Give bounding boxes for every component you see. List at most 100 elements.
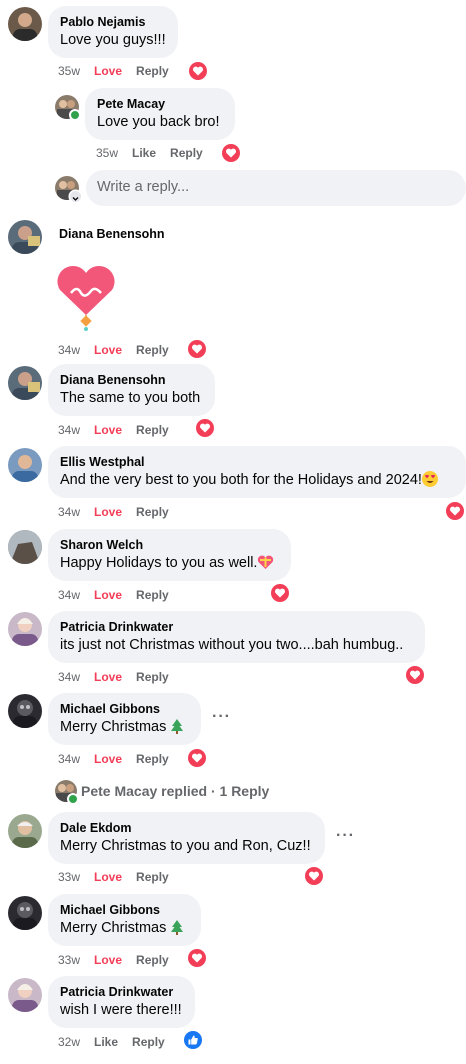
comment-author[interactable]: Pablo Nejamis (60, 14, 166, 30)
reply-button[interactable]: Reply (136, 869, 169, 885)
comment-text: Merry Christmas (60, 718, 189, 740)
avatar[interactable] (8, 530, 42, 564)
comment-bubble: Pete Macay Love you back bro! (85, 88, 235, 140)
reply-button[interactable]: Reply (136, 669, 169, 685)
comment-author[interactable]: Pete Macay (97, 96, 223, 112)
reply-count: replied · 1 Reply (161, 783, 270, 799)
love-button[interactable]: Love (94, 952, 122, 968)
reply-button[interactable]: Reply (136, 587, 169, 603)
comment-author[interactable]: Michael Gibbons (60, 902, 189, 918)
comment-bubble: Michael Gibbons Merry Christmas (48, 894, 201, 946)
avatar[interactable] (8, 612, 42, 646)
timestamp[interactable]: 35w (96, 145, 118, 161)
reply-button[interactable]: Reply (170, 145, 203, 161)
more-options-icon[interactable]: ··· (212, 708, 231, 726)
love-icon[interactable] (271, 584, 289, 602)
avatar[interactable] (8, 814, 42, 848)
comment-author[interactable]: Sharon Welch (60, 537, 279, 553)
comment-actions: 34w Love Reply (58, 504, 183, 520)
comment-actions: 34w Love Reply (58, 342, 183, 358)
avatar[interactable] (8, 896, 42, 930)
love-icon[interactable] (196, 419, 214, 437)
comment-actions: 33w Love Reply (58, 869, 183, 885)
love-button[interactable]: Love (94, 422, 122, 438)
timestamp[interactable]: 35w (58, 63, 80, 79)
love-button[interactable]: Love (94, 669, 122, 685)
comment-actions: 33w Love Reply (58, 952, 183, 968)
reply-button[interactable]: Reply (132, 1034, 165, 1050)
love-button[interactable]: Love (94, 869, 122, 885)
chevron-down-icon[interactable] (70, 191, 81, 202)
comment-actions: 34w Love Reply (58, 751, 183, 767)
like-button[interactable]: Like (132, 145, 156, 161)
comment-text: its just not Christmas without you two..… (60, 637, 404, 653)
heart-emoji (257, 554, 274, 576)
avatar[interactable] (8, 366, 42, 400)
reply-author: Pete Macay (81, 783, 158, 799)
comment-author[interactable]: Patricia Drinkwater (60, 619, 413, 635)
timestamp[interactable]: 34w (58, 751, 80, 767)
comment-author[interactable]: Dale Ekdom (60, 820, 313, 836)
comment-text: Happy Holidays to you as well. (60, 554, 279, 576)
comment-actions: 32w Like Reply (58, 1034, 179, 1050)
comment-bubble: Ellis Westphal And the very best to you … (48, 446, 466, 498)
timestamp[interactable]: 34w (58, 504, 80, 520)
reply-button[interactable]: Reply (136, 952, 169, 968)
comment-text: The same to you both (60, 390, 201, 406)
timestamp[interactable]: 34w (58, 422, 80, 438)
more-options-icon[interactable]: ··· (336, 827, 355, 845)
online-status-icon (69, 109, 81, 121)
reply-input[interactable]: Write a reply... (86, 170, 466, 206)
reply-button[interactable]: Reply (136, 751, 169, 767)
timestamp[interactable]: 34w (58, 587, 80, 603)
timestamp[interactable]: 34w (58, 342, 80, 358)
comment-author[interactable]: Diana Benensohn (60, 372, 203, 388)
comment-author[interactable]: Michael Gibbons (60, 701, 189, 717)
reply-button[interactable]: Reply (136, 63, 169, 79)
heart-eyes-emoji (421, 471, 438, 487)
love-icon[interactable] (188, 749, 206, 767)
love-button[interactable]: Love (94, 63, 122, 79)
like-icon[interactable] (184, 1031, 202, 1049)
avatar[interactable] (8, 7, 42, 41)
avatar[interactable] (8, 694, 42, 728)
love-icon[interactable] (406, 666, 424, 684)
comment-bubble: Dale Ekdom Merry Christmas to you and Ro… (48, 812, 325, 864)
comment-actions: 34w Love Reply (58, 669, 183, 685)
online-status-icon (67, 793, 79, 805)
avatar[interactable] (8, 978, 42, 1012)
comment-text: Merry Christmas to you and Ron, Cuz!! (60, 838, 311, 854)
love-button[interactable]: Love (94, 504, 122, 520)
love-icon[interactable] (188, 340, 206, 358)
love-icon[interactable] (188, 949, 206, 967)
view-replies-link[interactable]: Pete Macay replied · 1 Reply (81, 783, 269, 799)
comment-text: wish I were there!!! (60, 1002, 182, 1018)
timestamp[interactable]: 32w (58, 1034, 80, 1050)
comment-bubble: Pablo Nejamis Love you guys!!! (48, 6, 178, 58)
comment-author[interactable]: Ellis Westphal (60, 454, 454, 470)
reply-input-placeholder: Write a reply... (97, 179, 190, 195)
comment-author[interactable]: Diana Benensohn (59, 227, 165, 241)
reply-button[interactable]: Reply (136, 422, 169, 438)
comment-author[interactable]: Patricia Drinkwater (60, 984, 183, 1000)
heart-sticker (55, 263, 117, 333)
timestamp[interactable]: 34w (58, 669, 80, 685)
love-icon[interactable] (189, 62, 207, 80)
comment-actions: 34w Love Reply (58, 587, 183, 603)
love-button[interactable]: Love (94, 751, 122, 767)
love-button[interactable]: Love (94, 342, 122, 358)
like-button[interactable]: Like (94, 1034, 118, 1050)
avatar[interactable] (8, 448, 42, 482)
timestamp[interactable]: 33w (58, 952, 80, 968)
reply-button[interactable]: Reply (136, 342, 169, 358)
reply-button[interactable]: Reply (136, 504, 169, 520)
timestamp[interactable]: 33w (58, 869, 80, 885)
love-button[interactable]: Love (94, 587, 122, 603)
love-icon[interactable] (446, 502, 464, 520)
love-icon[interactable] (222, 144, 240, 162)
comment-text: And the very best to you both for the Ho… (60, 471, 454, 490)
avatar[interactable] (8, 220, 42, 254)
comment-text: Love you guys!!! (60, 32, 166, 48)
comment-bubble: Patricia Drinkwater its just not Christm… (48, 611, 425, 663)
love-icon[interactable] (305, 867, 323, 885)
